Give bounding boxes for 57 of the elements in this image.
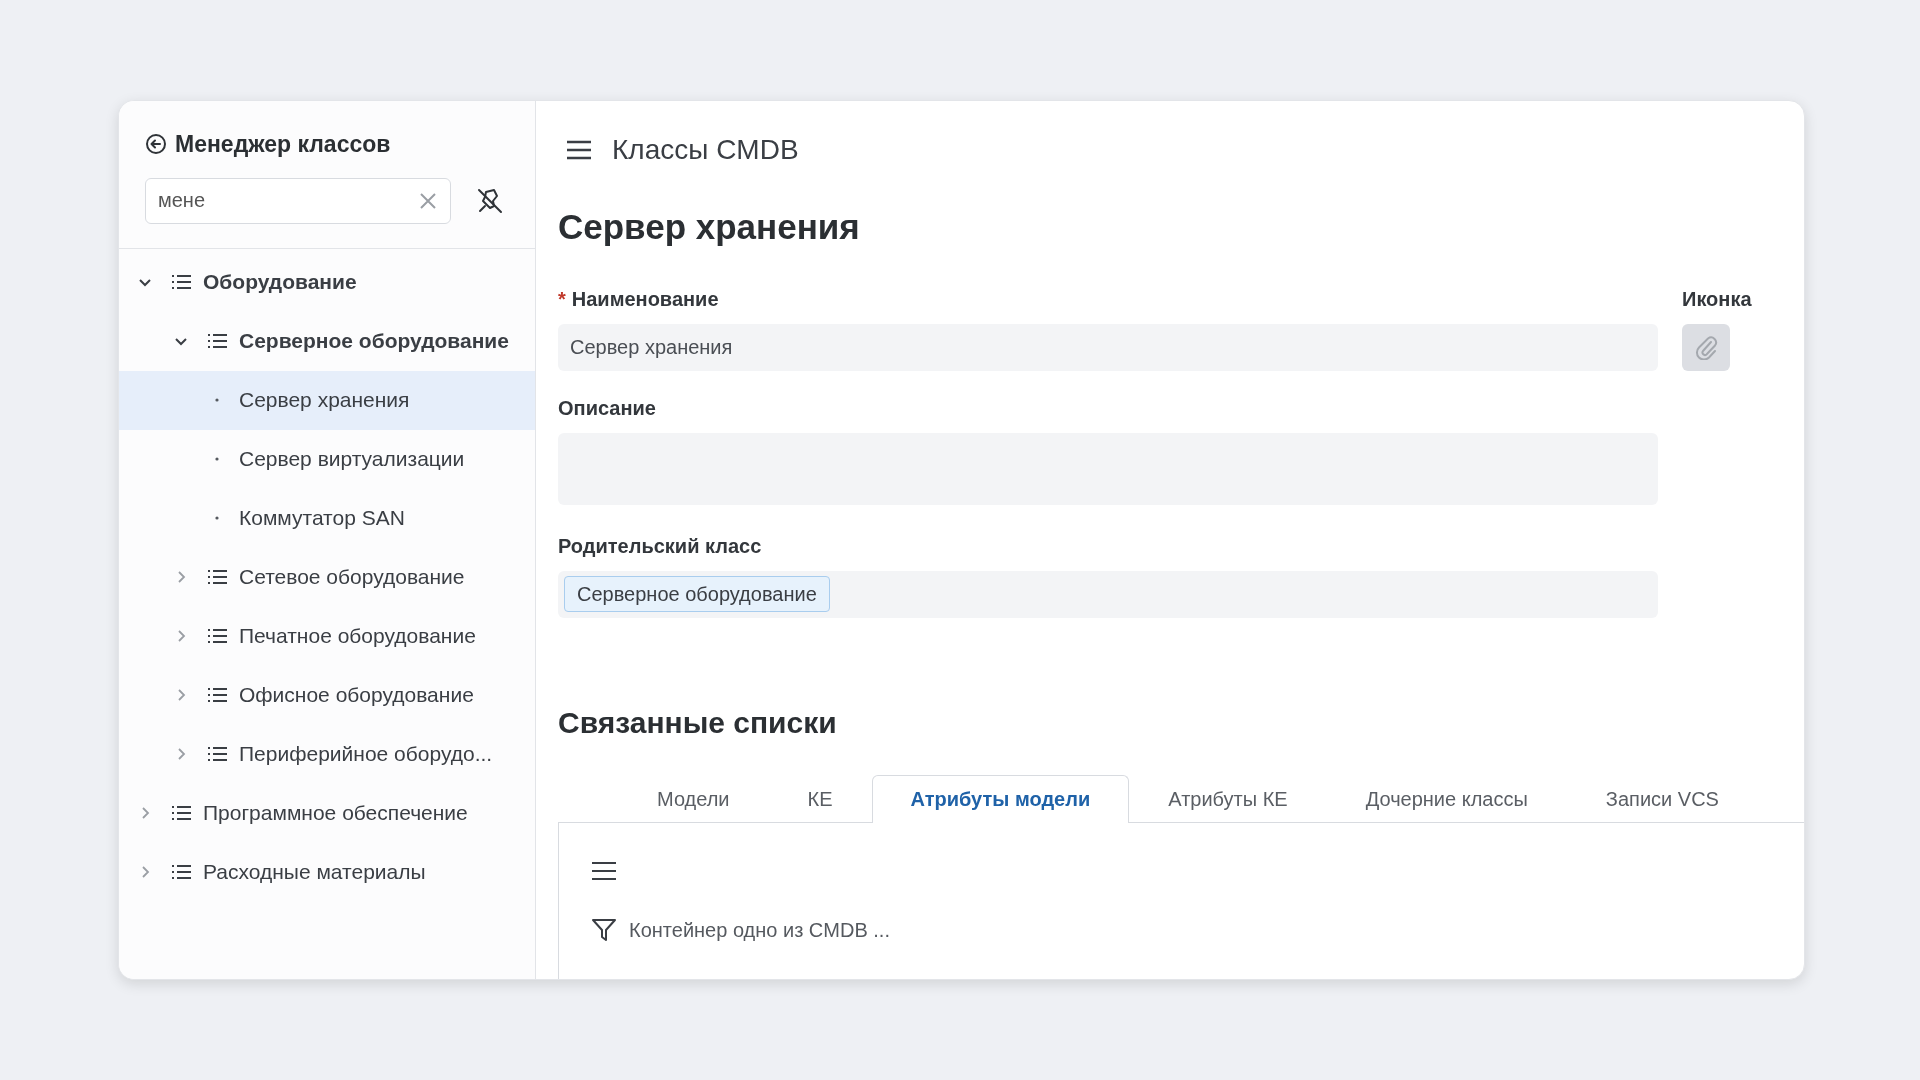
tree-item[interactable]: Сервер хранения xyxy=(119,370,535,430)
filter-icon[interactable] xyxy=(591,916,617,943)
list-icon xyxy=(171,274,191,290)
list-icon xyxy=(171,864,191,880)
tab[interactable]: Дочерние классы xyxy=(1326,774,1567,823)
list-icon xyxy=(207,746,227,762)
chevron-right-icon[interactable] xyxy=(139,807,151,819)
tag[interactable]: Серверное оборудование xyxy=(564,576,830,612)
tree-item[interactable]: Оборудование xyxy=(119,252,535,312)
tree-item[interactable]: Коммутатор SAN xyxy=(119,488,535,548)
back-icon[interactable] xyxy=(145,133,167,156)
list-icon xyxy=(171,805,191,821)
tree-item[interactable]: Программное обеспечение xyxy=(119,783,535,843)
panel-title: Менеджер классов xyxy=(175,130,391,159)
clear-icon[interactable] xyxy=(419,191,437,210)
required-mark: * xyxy=(558,287,566,310)
tree-item[interactable]: Расходные материалы xyxy=(119,842,535,902)
field-label: Иконка xyxy=(1682,286,1752,312)
chevron-right-icon[interactable] xyxy=(175,689,187,701)
record-title: Сервер хранения xyxy=(558,206,861,248)
bullet-icon xyxy=(214,515,220,521)
field-label: Наименование xyxy=(571,287,719,310)
tree-item[interactable]: Периферийное оборудо... xyxy=(119,724,535,784)
bullet-icon xyxy=(214,456,220,462)
section-title: Связанные списки xyxy=(558,704,838,741)
bullet-icon xyxy=(214,397,220,403)
list-icon xyxy=(207,569,227,585)
filter-condition[interactable]: Контейнер одно из CMDB ... xyxy=(629,914,890,945)
paperclip-icon xyxy=(1694,334,1718,360)
field-label: Родительский класс xyxy=(558,533,762,559)
tree-item[interactable]: Офисное оборудование xyxy=(119,665,535,725)
page-title: Классы CMDB xyxy=(612,133,799,167)
chevron-down-icon[interactable] xyxy=(138,276,152,288)
list-icon xyxy=(207,628,227,644)
tree-item[interactable]: Печатное оборудование xyxy=(119,606,535,666)
text-field[interactable]: Сервер хранения xyxy=(558,323,1658,371)
tab[interactable]: Атрибуты КЕ xyxy=(1129,774,1327,823)
tab[interactable]: Модели xyxy=(618,774,769,823)
chevron-right-icon[interactable] xyxy=(175,630,187,642)
field-label: Описание xyxy=(558,395,656,421)
reference-field[interactable]: Серверное оборудование xyxy=(558,570,1658,618)
chevron-right-icon[interactable] xyxy=(175,571,187,583)
tree-item[interactable]: Серверное оборудование xyxy=(119,311,535,371)
chevron-right-icon[interactable] xyxy=(139,866,151,878)
chevron-down-icon[interactable] xyxy=(174,335,188,347)
attach-button[interactable] xyxy=(1682,323,1730,371)
tab[interactable]: Записи VCS xyxy=(1566,774,1758,823)
tree-item[interactable]: Сетевое оборудование xyxy=(119,547,535,607)
chevron-right-icon[interactable] xyxy=(175,748,187,760)
tab[interactable]: Атрибуты модели xyxy=(871,774,1130,823)
tree-item[interactable]: Сервер виртуализации xyxy=(119,429,535,489)
menu-icon[interactable] xyxy=(591,861,617,882)
tab[interactable]: КЕ xyxy=(768,774,872,823)
menu-icon[interactable] xyxy=(566,140,592,160)
list-icon xyxy=(207,687,227,703)
search-field[interactable]: мене xyxy=(145,177,451,224)
list-icon xyxy=(207,333,227,349)
